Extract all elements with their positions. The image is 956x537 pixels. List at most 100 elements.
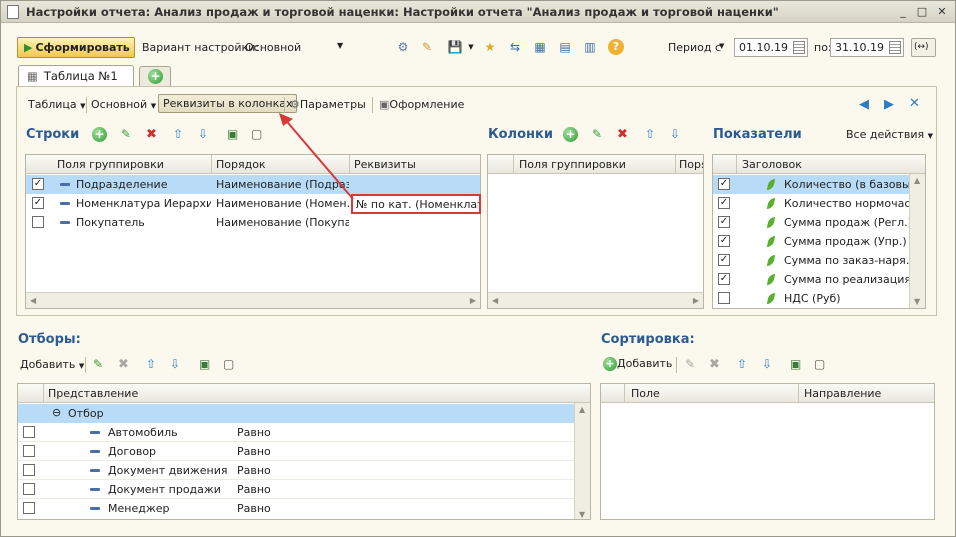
table-row[interactable]: Документ движения Равно <box>18 461 575 480</box>
save-dropdown-icon[interactable]: ▼ <box>463 39 479 55</box>
column-header[interactable]: Поля группировки <box>57 158 164 171</box>
row-checkbox[interactable]: ✓ <box>718 235 730 247</box>
row-checkbox[interactable]: ✓ <box>32 197 44 209</box>
scroll-right-icon[interactable]: ▶ <box>470 296 476 305</box>
vertical-scrollbar[interactable]: ▲ ▼ <box>909 174 925 308</box>
close-button[interactable]: ✕ <box>933 4 951 20</box>
move-down-icon[interactable]: ⇩ <box>670 127 680 141</box>
edit-icon[interactable]: ✎ <box>93 357 103 371</box>
delete-icon[interactable]: ✖ <box>617 127 628 142</box>
structure-icon[interactable]: ⇆ <box>507 39 523 55</box>
row-checkbox[interactable] <box>23 426 35 438</box>
row-checkbox[interactable] <box>32 216 44 228</box>
collapse-icon[interactable]: ⊖ <box>52 406 61 419</box>
move-up-icon[interactable]: ⇧ <box>645 127 655 141</box>
vertical-scrollbar[interactable]: ▲ ▼ <box>574 403 590 519</box>
calendar-icon[interactable] <box>793 41 805 54</box>
move-up-icon[interactable]: ⇧ <box>173 127 183 141</box>
uncheck-all-icon[interactable]: ▢ <box>814 357 825 371</box>
row-checkbox[interactable] <box>23 464 35 476</box>
favorite-icon[interactable]: ★ <box>482 39 498 55</box>
check-all-icon[interactable]: ▣ <box>199 357 210 371</box>
column-header[interactable]: Представление <box>48 387 138 400</box>
requisite-cell-highlight[interactable]: № по кат. (Номенклату… <box>351 194 481 214</box>
filter-group-row[interactable]: ⊖ Отбор <box>18 404 575 423</box>
table-row[interactable]: ✓ Подразделение Наименование (Подраз… <box>26 175 480 194</box>
list-item[interactable]: ✓ Сумма по заказ-наря… <box>713 251 925 270</box>
column-header[interactable]: Направление <box>804 387 881 400</box>
list-item[interactable]: ✓ Сумма по реализация… <box>713 270 925 289</box>
save-icon[interactable]: 💾 <box>447 39 463 55</box>
list-item[interactable]: ✓ Сумма продаж (Упр.) (… <box>713 232 925 251</box>
table-row[interactable]: Договор Равно <box>18 442 575 461</box>
column-header[interactable]: Порядок <box>216 158 266 171</box>
column-header[interactable]: Реквизиты <box>354 158 416 171</box>
chart-icon[interactable]: ▥ <box>582 39 598 55</box>
delete-icon[interactable]: ✖ <box>118 357 129 372</box>
edit-settings-icon[interactable]: ✎ <box>419 39 435 55</box>
close-panel-icon[interactable]: ✕ <box>909 96 920 111</box>
row-checkbox[interactable] <box>718 292 730 304</box>
table-menu[interactable]: Таблица ▼ <box>28 98 86 111</box>
move-up-icon[interactable]: ⇧ <box>146 357 156 371</box>
grid-settings-icon[interactable]: ▤ <box>557 39 573 55</box>
scroll-down-icon[interactable]: ▼ <box>579 510 585 519</box>
arrow-left-icon[interactable]: ◀ <box>859 97 869 112</box>
maximize-button[interactable]: □ <box>913 4 931 20</box>
period-select-button[interactable]: (↔) <box>911 38 936 57</box>
minimize-button[interactable]: _ <box>894 4 912 20</box>
move-down-icon[interactable]: ⇩ <box>170 357 180 371</box>
scroll-left-icon[interactable]: ◀ <box>30 296 36 305</box>
add-column-icon[interactable]: + <box>563 127 578 142</box>
horizontal-scrollbar[interactable]: ◀ ▶ <box>488 292 703 308</box>
row-checkbox[interactable]: ✓ <box>718 197 730 209</box>
generate-button[interactable]: ▶ Сформировать <box>17 37 135 58</box>
column-header[interactable]: Поле <box>631 387 660 400</box>
list-item[interactable]: ✓ Количество нормочас… <box>713 194 925 213</box>
settings-load-icon[interactable]: ⚙ <box>395 39 411 55</box>
column-header[interactable]: Поля группировки <box>519 158 626 171</box>
tab-table-1[interactable]: ▦ Таблица №1 <box>18 65 134 87</box>
row-checkbox[interactable]: ✓ <box>718 254 730 266</box>
move-down-icon[interactable]: ⇩ <box>198 127 208 141</box>
column-header[interactable]: Поря <box>679 158 703 171</box>
add-filter-menu[interactable]: Добавить ▼ <box>20 358 84 371</box>
row-checkbox[interactable]: ✓ <box>718 216 730 228</box>
period-chevron-icon[interactable]: ▼ <box>719 42 724 50</box>
table-row[interactable]: Менеджер Равно <box>18 499 575 518</box>
move-up-icon[interactable]: ⇧ <box>737 357 747 371</box>
variant-select[interactable]: Основной <box>245 41 301 54</box>
scroll-up-icon[interactable]: ▲ <box>914 176 920 185</box>
check-all-icon[interactable]: ▣ <box>227 127 238 141</box>
uncheck-all-icon[interactable]: ▢ <box>223 357 234 371</box>
list-item[interactable]: НДС (Руб) <box>713 289 925 308</box>
uncheck-all-icon[interactable]: ▢ <box>251 127 262 141</box>
delete-icon[interactable]: ✖ <box>709 357 720 372</box>
scroll-down-icon[interactable]: ▼ <box>914 297 920 306</box>
move-down-icon[interactable]: ⇩ <box>762 357 772 371</box>
add-sort-button[interactable]: + Добавить <box>603 357 672 371</box>
table-row[interactable]: Покупатель Наименование (Покупа… <box>26 213 480 232</box>
grid-icon[interactable]: ▦ <box>532 39 548 55</box>
table-row[interactable]: Автомобиль Равно <box>18 423 575 442</box>
row-checkbox[interactable] <box>23 445 35 457</box>
list-item[interactable]: ✓ Количество (в базовы… <box>713 175 925 194</box>
scroll-left-icon[interactable]: ◀ <box>492 296 498 305</box>
table-row[interactable]: Документ продажи Равно <box>18 480 575 499</box>
arrow-right-icon[interactable]: ▶ <box>884 97 894 112</box>
date-from-field[interactable]: 01.10.19 <box>734 38 808 57</box>
add-tab-button[interactable]: + <box>139 66 171 86</box>
edit-icon[interactable]: ✎ <box>121 127 131 141</box>
add-row-icon[interactable]: + <box>92 127 107 142</box>
row-checkbox[interactable] <box>23 502 35 514</box>
edit-icon[interactable]: ✎ <box>685 357 695 371</box>
period-label[interactable]: Период с <box>668 41 721 54</box>
list-item[interactable]: ✓ Сумма продаж (Регл.)… <box>713 213 925 232</box>
row-checkbox[interactable] <box>23 483 35 495</box>
check-all-icon[interactable]: ▣ <box>790 357 801 371</box>
row-checkbox[interactable]: ✓ <box>718 178 730 190</box>
help-icon[interactable]: ? <box>608 39 624 55</box>
edit-icon[interactable]: ✎ <box>592 127 602 141</box>
scroll-right-icon[interactable]: ▶ <box>693 296 699 305</box>
main-menu[interactable]: Основной ▼ <box>91 98 156 111</box>
